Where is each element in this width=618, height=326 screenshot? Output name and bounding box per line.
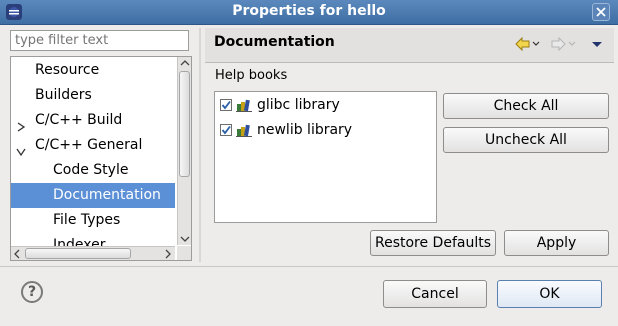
filter-input[interactable] [10, 30, 189, 51]
apply-button[interactable]: Apply [504, 230, 609, 256]
tree-item-label: Resource [35, 62, 100, 78]
help-book-icon [236, 123, 252, 137]
help-books-list: glibc library newlib library [214, 91, 437, 223]
close-icon [596, 7, 606, 17]
ok-button[interactable]: OK [497, 280, 602, 308]
scroll-up-icon[interactable] [178, 57, 191, 70]
tree-item-code-style[interactable]: Code Style [11, 158, 175, 183]
restore-defaults-button[interactable]: Restore Defaults [370, 230, 496, 256]
back-arrow-icon[interactable] [514, 36, 542, 52]
tree-item-cpp-build[interactable]: C/C++ Build [11, 108, 175, 133]
view-menu-icon[interactable] [590, 36, 604, 52]
checkmark-icon [221, 100, 231, 110]
forward-arrow-icon [550, 36, 578, 52]
tree-item-file-types[interactable]: File Types [11, 208, 175, 233]
tree-item-resource[interactable]: Resource [11, 58, 175, 83]
help-book-icon [236, 98, 252, 112]
page-header: Documentation [205, 28, 614, 63]
page-title: Documentation [214, 34, 335, 50]
properties-dialog: Properties for hello Resource Builders C… [0, 0, 618, 326]
tree-item-label: Code Style [53, 162, 129, 178]
newlib-checkbox[interactable] [220, 124, 232, 136]
glibc-checkbox[interactable] [220, 99, 232, 111]
help-icon[interactable]: ? [21, 281, 43, 303]
close-window-button[interactable] [592, 3, 610, 21]
tree-item-label: C/C++ Build [35, 112, 123, 128]
tree-vertical-scrollbar[interactable] [177, 57, 191, 245]
tree-item-label: C/C++ General [35, 137, 143, 153]
collapsed-twisty-icon[interactable] [16, 116, 26, 132]
horizontal-scroll-thumb[interactable] [25, 248, 131, 259]
property-tree: Resource Builders C/C++ Build C/C++ Gene… [10, 56, 192, 261]
scroll-down-icon[interactable] [178, 232, 191, 245]
scroll-right-icon[interactable] [161, 247, 175, 260]
cancel-button[interactable]: Cancel [383, 280, 487, 308]
uncheck-all-button[interactable]: Uncheck All [443, 127, 609, 153]
tree-item-label: File Types [53, 212, 121, 228]
checkmark-icon [221, 125, 231, 135]
tree-item-cpp-general[interactable]: C/C++ General [11, 133, 175, 158]
book-label: glibc library [257, 97, 340, 113]
pane-splitter[interactable] [199, 28, 201, 262]
tree-item-label: Documentation [53, 187, 161, 203]
check-all-button[interactable]: Check All [443, 93, 609, 119]
expanded-twisty-icon[interactable] [16, 141, 26, 157]
title-bar: Properties for hello [0, 0, 618, 25]
tree-item-builders[interactable]: Builders [11, 83, 175, 108]
book-label: newlib library [257, 122, 353, 138]
help-books-label: Help books [215, 68, 288, 83]
footer-divider [0, 266, 618, 267]
window-title: Properties for hello [232, 3, 386, 19]
scrollbar-corner [177, 246, 191, 260]
tree-item-label: Builders [35, 87, 92, 103]
tree-item-documentation[interactable]: Documentation [11, 183, 175, 208]
scroll-left-icon[interactable] [11, 247, 25, 260]
tree-horizontal-scrollbar[interactable] [11, 246, 175, 260]
vertical-scroll-thumb[interactable] [179, 71, 190, 177]
